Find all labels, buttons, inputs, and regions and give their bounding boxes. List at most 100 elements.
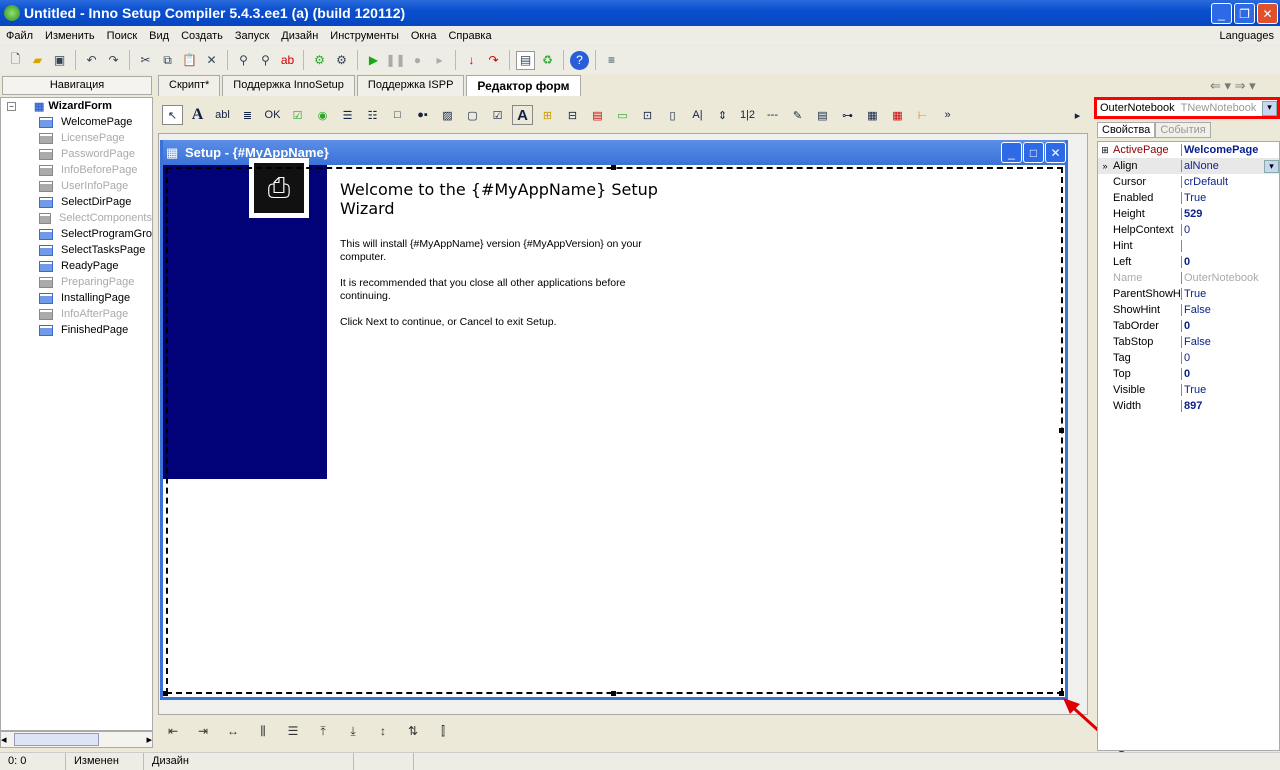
undo-icon[interactable]: ↶ bbox=[82, 51, 101, 70]
pause-icon[interactable]: ❚❚ bbox=[385, 51, 405, 70]
component-selector[interactable]: OuterNotebook TNewNotebook ▾ bbox=[1094, 97, 1280, 119]
property-value[interactable]: 0 bbox=[1182, 352, 1279, 364]
property-row[interactable]: TabStop False bbox=[1098, 334, 1279, 350]
align-middle-icon[interactable]: ⫿ bbox=[432, 724, 454, 744]
paste-icon[interactable]: 📋 bbox=[180, 51, 199, 70]
splitter-icon[interactable]: --- bbox=[762, 105, 783, 125]
property-value[interactable]: False bbox=[1182, 304, 1279, 316]
tab-properties[interactable]: Свойства bbox=[1097, 122, 1156, 138]
align-left-icon[interactable]: ⇤ bbox=[162, 724, 184, 744]
collapse-icon[interactable]: − bbox=[7, 101, 16, 111]
checkbox-icon[interactable]: ☑ bbox=[287, 105, 308, 125]
menu-create[interactable]: Создать bbox=[175, 30, 229, 42]
minimize-button[interactable]: _ bbox=[1211, 3, 1232, 24]
updown-icon[interactable]: ⇕ bbox=[712, 105, 733, 125]
property-row[interactable]: Name OuterNotebook bbox=[1098, 270, 1279, 286]
menu-design[interactable]: Дизайн bbox=[275, 30, 324, 42]
tab-script[interactable]: Скрипт* bbox=[158, 75, 221, 96]
copy-icon[interactable]: ⧉ bbox=[158, 51, 177, 70]
property-value[interactable]: 529 bbox=[1182, 208, 1279, 220]
property-row[interactable]: Hint bbox=[1098, 238, 1279, 254]
cut-icon[interactable]: ✂ bbox=[136, 51, 155, 70]
menu-languages[interactable]: Languages bbox=[1214, 30, 1280, 42]
setup-wizard-icon[interactable]: ▤ bbox=[516, 50, 535, 70]
property-value[interactable]: 897 bbox=[1182, 400, 1279, 412]
label-icon[interactable]: A bbox=[187, 105, 208, 125]
property-value[interactable]: WelcomePage bbox=[1182, 144, 1279, 156]
setup-minimize-button[interactable]: _ bbox=[1001, 142, 1022, 163]
property-value[interactable]: 0 bbox=[1182, 320, 1279, 332]
link-label-icon[interactable]: A| bbox=[687, 105, 708, 125]
tree-item-page[interactable]: PreparingPage bbox=[1, 274, 152, 290]
align-top-icon[interactable]: ⤒ bbox=[312, 724, 334, 744]
checklistbox-icon[interactable]: ☑ bbox=[487, 105, 508, 125]
property-value[interactable]: crDefault bbox=[1182, 176, 1279, 188]
property-row[interactable]: Cursor crDefault bbox=[1098, 174, 1279, 190]
richedit-icon[interactable]: ▤ bbox=[587, 105, 608, 125]
image-icon[interactable]: ▨ bbox=[437, 105, 458, 125]
delete-icon[interactable]: ✕ bbox=[202, 51, 221, 70]
groupbox-icon[interactable]: ⊡ bbox=[637, 105, 658, 125]
property-value[interactable]: alNone bbox=[1182, 160, 1264, 172]
property-row[interactable]: Visible True bbox=[1098, 382, 1279, 398]
stop-icon[interactable]: ● bbox=[408, 51, 427, 70]
pointer-icon[interactable]: ↖ bbox=[162, 105, 183, 125]
tree-item-page[interactable]: InstallingPage bbox=[1, 290, 152, 306]
same-width-icon[interactable]: ↔ bbox=[222, 724, 244, 744]
tree-item-page[interactable]: InfoBeforePage bbox=[1, 162, 152, 178]
tree-item-page[interactable]: FinishedPage bbox=[1, 322, 152, 338]
static-text-icon[interactable]: A bbox=[512, 105, 533, 125]
save-icon[interactable]: ▣ bbox=[50, 51, 69, 70]
nav-back-forward-icon[interactable]: ⇐ ▾ ⇒ ▾ bbox=[1210, 78, 1256, 94]
radio-icon[interactable]: ◉ bbox=[312, 105, 333, 125]
panel-icon[interactable]: □ bbox=[387, 105, 408, 125]
compile-icon[interactable]: ⚙ bbox=[310, 51, 329, 70]
align-right-icon[interactable]: ⇥ bbox=[192, 724, 214, 744]
list-view-icon[interactable]: ▤ bbox=[812, 105, 833, 125]
resize-handle[interactable] bbox=[163, 691, 168, 696]
script-icon[interactable]: ✎ bbox=[787, 105, 808, 125]
close-button[interactable]: ✕ bbox=[1257, 3, 1278, 24]
word-wrap-icon[interactable]: ≡ bbox=[602, 51, 621, 70]
menu-run[interactable]: Запуск bbox=[229, 30, 275, 42]
property-row[interactable]: Width 897 bbox=[1098, 398, 1279, 414]
property-row[interactable]: Enabled True bbox=[1098, 190, 1279, 206]
chevron-down-icon[interactable]: ▾ bbox=[1264, 159, 1279, 173]
run-icon[interactable]: ▶ bbox=[364, 51, 383, 70]
folder-tree-icon[interactable]: ⊞ bbox=[537, 105, 558, 125]
tab-form-editor[interactable]: Редактор форм bbox=[466, 75, 581, 96]
menu-edit[interactable]: Изменить bbox=[39, 30, 101, 42]
restore-button[interactable]: ❐ bbox=[1234, 3, 1255, 24]
treeview-icon[interactable]: ⊢ bbox=[912, 105, 933, 125]
replace-icon[interactable]: ab bbox=[278, 51, 297, 70]
tree-root-wizardform[interactable]: − ▦ WizardForm bbox=[1, 98, 152, 114]
step-into-icon[interactable]: ↓ bbox=[462, 51, 481, 70]
tree-item-page[interactable]: UserInfoPage bbox=[1, 178, 152, 194]
property-row[interactable]: Tag 0 bbox=[1098, 350, 1279, 366]
tab-events[interactable]: События bbox=[1155, 122, 1211, 138]
property-row[interactable]: ⊞ ActivePage WelcomePage bbox=[1098, 142, 1279, 158]
uninstall-icon[interactable]: ♻ bbox=[538, 51, 557, 70]
align-bottom-icon[interactable]: ⤓ bbox=[342, 724, 364, 744]
tree-item-page[interactable]: SelectDirPage bbox=[1, 194, 152, 210]
edit-icon[interactable]: abl bbox=[212, 105, 233, 125]
tree-horizontal-scrollbar[interactable]: ◂ ▸ bbox=[0, 731, 153, 748]
expand-icon[interactable]: ⊞ bbox=[1098, 145, 1112, 156]
trackbar-icon[interactable]: ⊶ bbox=[837, 105, 858, 125]
menu-windows[interactable]: Окна bbox=[405, 30, 443, 42]
stop-compile-icon[interactable]: ⚙ bbox=[332, 51, 351, 70]
property-value[interactable]: 0 bbox=[1182, 368, 1279, 380]
step-over-icon[interactable]: ↷ bbox=[484, 51, 503, 70]
memo-icon[interactable]: ≣ bbox=[237, 105, 258, 125]
property-value[interactable]: True bbox=[1182, 384, 1279, 396]
startmenu-tree-icon[interactable]: ⊟ bbox=[562, 105, 583, 125]
spinedit-icon[interactable]: 1|2 bbox=[737, 105, 758, 125]
property-value[interactable]: False bbox=[1182, 336, 1279, 348]
menu-help[interactable]: Справка bbox=[442, 30, 497, 42]
align-center-icon[interactable]: ☰ bbox=[282, 724, 304, 744]
progressbar-icon[interactable]: ▭ bbox=[612, 105, 633, 125]
open-folder-icon[interactable]: ▰ bbox=[28, 51, 47, 70]
bevel-icon[interactable]: ▢ bbox=[462, 105, 483, 125]
tree-item-page[interactable]: ReadyPage bbox=[1, 258, 152, 274]
button-icon[interactable]: OK bbox=[262, 105, 283, 125]
